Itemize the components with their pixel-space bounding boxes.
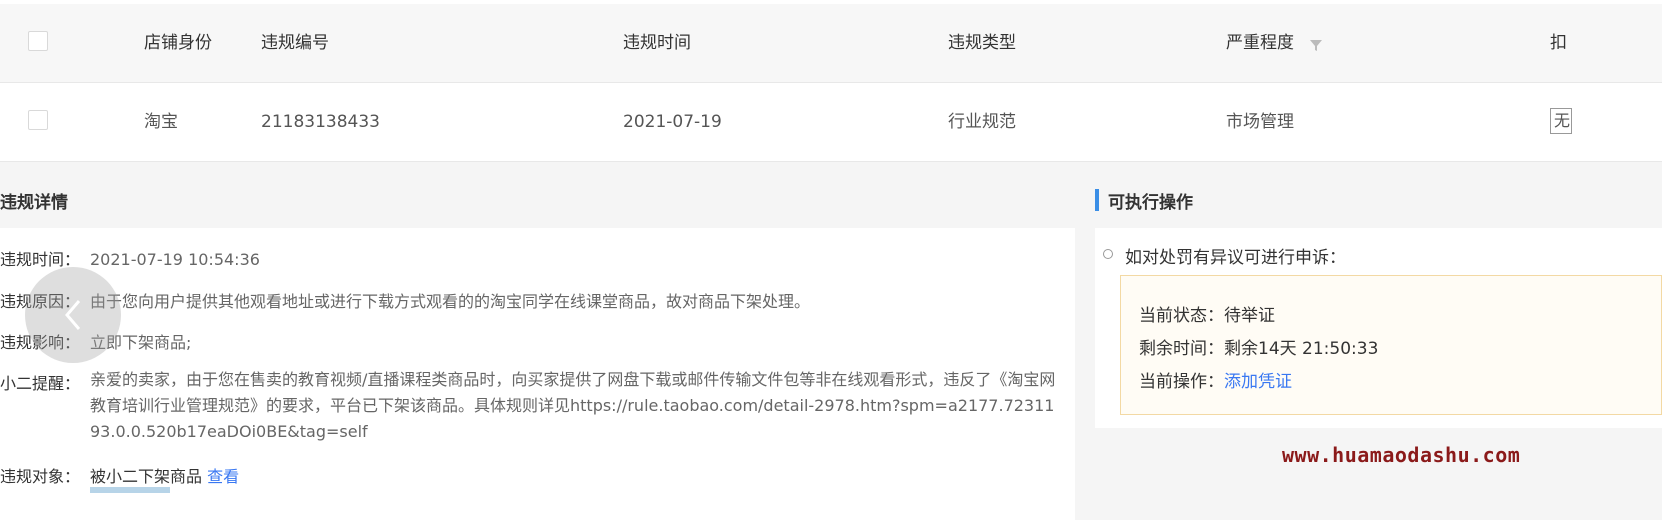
detail-reason-value: 由于您向用户提供其他观看地址或进行下载方式观看的的淘宝同学在线课堂商品，故对商品… <box>90 292 811 311</box>
actions-title-accent <box>1095 189 1099 211</box>
detail-reason: 违规原因： 由于您向用户提供其他观看地址或进行下载方式观看的的淘宝同学在线课堂商品… <box>0 288 810 312</box>
actions-title: 可执行操作 <box>1108 193 1193 213</box>
appeal-text: 如对处罚有异议可进行申诉： <box>1125 248 1346 268</box>
row-checkbox[interactable] <box>28 110 48 130</box>
operation-label: 当前操作： <box>1139 372 1224 392</box>
details-title: 违规详情 <box>0 193 68 213</box>
detail-object: 违规对象： 被小二下架商品 查看 <box>0 463 239 487</box>
back-button[interactable] <box>25 267 121 363</box>
table-header: 店铺身份 违规编号 违规时间 违规类型 严重程度 扣 <box>0 4 1662 83</box>
detail-reminder-label: 小二提醒： <box>0 374 81 393</box>
table-row: 淘宝 21183138433 2021-07-19 行业规范 市场管理 无 <box>0 83 1662 162</box>
remaining-line: 剩余时间：剩余14天 21:50:33 <box>1139 334 1378 359</box>
operation-line: 当前操作：添加凭证 <box>1139 367 1292 392</box>
cell-violation-time: 2021-07-19 <box>623 112 722 132</box>
view-object-link[interactable]: 查看 <box>207 467 239 486</box>
header-violation-time: 违规时间 <box>623 33 691 53</box>
product-thumbnail[interactable] <box>90 487 170 493</box>
header-violation-id: 违规编号 <box>261 33 329 53</box>
remaining-value: 剩余14天 21:50:33 <box>1224 339 1379 359</box>
detail-reminder-value: 亲爱的卖家，由于您在售卖的教育视频/直播课程类商品时，向买家提供了网盘下载或邮件… <box>90 370 1056 441</box>
watermark: www.huamaodashu.com <box>1282 443 1521 467</box>
status-label: 当前状态： <box>1139 306 1224 326</box>
detail-time-value: 2021-07-19 10:54:36 <box>90 250 260 269</box>
cell-severity: 市场管理 <box>1226 112 1294 132</box>
cell-shop: 淘宝 <box>144 112 178 132</box>
filter-icon[interactable] <box>1309 38 1323 52</box>
detail-time: 违规时间： 2021-07-19 10:54:36 <box>0 246 260 270</box>
detail-object-label: 违规对象： <box>0 467 81 486</box>
header-severity: 严重程度 <box>1226 33 1294 53</box>
header-shop: 店铺身份 <box>144 33 212 53</box>
header-violation-type: 违规类型 <box>948 33 1016 53</box>
add-evidence-link[interactable]: 添加凭证 <box>1224 372 1292 392</box>
bullet-icon <box>1103 249 1113 259</box>
cell-deduct: 无 <box>1550 108 1572 134</box>
chevron-left-icon <box>65 300 81 330</box>
detail-reminder-label-line: 小二提醒： <box>0 370 90 394</box>
select-all-checkbox[interactable] <box>28 31 48 51</box>
remaining-label: 剩余时间： <box>1139 339 1224 359</box>
cell-violation-type: 行业规范 <box>948 112 1016 132</box>
status-line: 当前状态：待举证 <box>1139 301 1275 326</box>
detail-object-value: 被小二下架商品 <box>90 467 203 486</box>
header-deduct: 扣 <box>1550 33 1567 53</box>
status-value: 待举证 <box>1224 306 1275 326</box>
cell-violation-id: 21183138433 <box>261 112 380 132</box>
